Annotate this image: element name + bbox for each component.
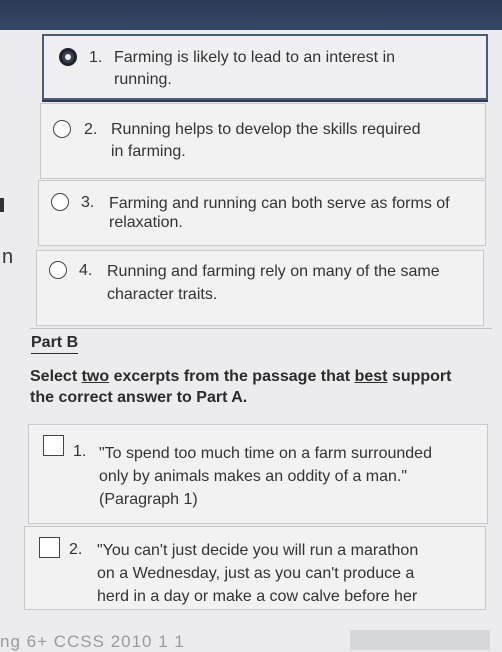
radio-icon[interactable]	[51, 193, 69, 211]
excerpt-text-line2: on a Wednesday, just as you can't produc…	[97, 565, 415, 582]
radio-selected-icon[interactable]	[59, 48, 77, 66]
choice-number: 3.	[81, 194, 95, 211]
choice-text-line2: running.	[114, 71, 172, 88]
radio-icon[interactable]	[49, 261, 67, 279]
choice-text-line1: Running helps to develop the skills requ…	[111, 121, 421, 138]
part-b-instructions: Select two excerpts from the passage tha…	[30, 366, 470, 408]
choice-number: 1.	[89, 49, 103, 66]
part-b-label: Part B	[31, 334, 79, 354]
excerpt-text-line1: "You can't just decide you will run a ma…	[97, 542, 419, 559]
choice-text-line2: in farming.	[111, 143, 186, 160]
excerpt-option-1[interactable]: 1. "To spend too much time on a farm sur…	[28, 424, 488, 524]
answer-choice-3[interactable]: 3. Farming and running can both serve as…	[38, 180, 486, 246]
excerpt-text-line3: (Paragraph 1)	[99, 491, 198, 508]
answer-choice-1[interactable]: 1. Farming is likely to lead to an inter…	[42, 34, 488, 100]
radio-icon[interactable]	[53, 120, 71, 138]
excerpt-text-line2: only by animals makes an oddity of a man…	[99, 468, 408, 485]
section-divider	[30, 328, 492, 329]
checkbox-icon[interactable]	[39, 537, 60, 558]
footer-text: ng 6+ CCSS 2010 1 1	[0, 632, 185, 651]
margin-letter: n	[2, 246, 14, 268]
instruction-text: excerpts from the passage that	[109, 368, 355, 385]
choice-number: 4.	[79, 262, 93, 279]
instruction-emphasis-best: best	[354, 368, 388, 385]
margin-tick	[0, 198, 4, 212]
answer-choice-4[interactable]: 4. Running and farming rely on many of t…	[36, 250, 484, 326]
choice-number: 2.	[84, 121, 98, 138]
excerpt-option-2[interactable]: 2. "You can't just decide you will run a…	[24, 526, 486, 610]
instruction-emphasis-two: two	[81, 368, 110, 385]
instruction-text: Select	[30, 368, 82, 385]
excerpt-text-line1: "To spend too much time on a farm surrou…	[99, 445, 432, 462]
choice-text-line2: character traits.	[107, 286, 218, 303]
excerpt-number: 1.	[73, 443, 87, 460]
choice-text-line1: Running and farming rely on many of the …	[107, 263, 440, 280]
excerpt-number: 2.	[69, 541, 83, 558]
choice-text-line2: relaxation.	[109, 214, 183, 231]
excerpt-text-line3: herd in a day or make a cow calve before…	[97, 588, 418, 605]
footer-button[interactable]	[350, 630, 490, 650]
answer-choice-2[interactable]: 2. Running helps to develop the skills r…	[40, 103, 486, 179]
checkbox-icon[interactable]	[43, 435, 64, 456]
choice-text-line1: Farming is likely to lead to an interest…	[114, 49, 396, 66]
